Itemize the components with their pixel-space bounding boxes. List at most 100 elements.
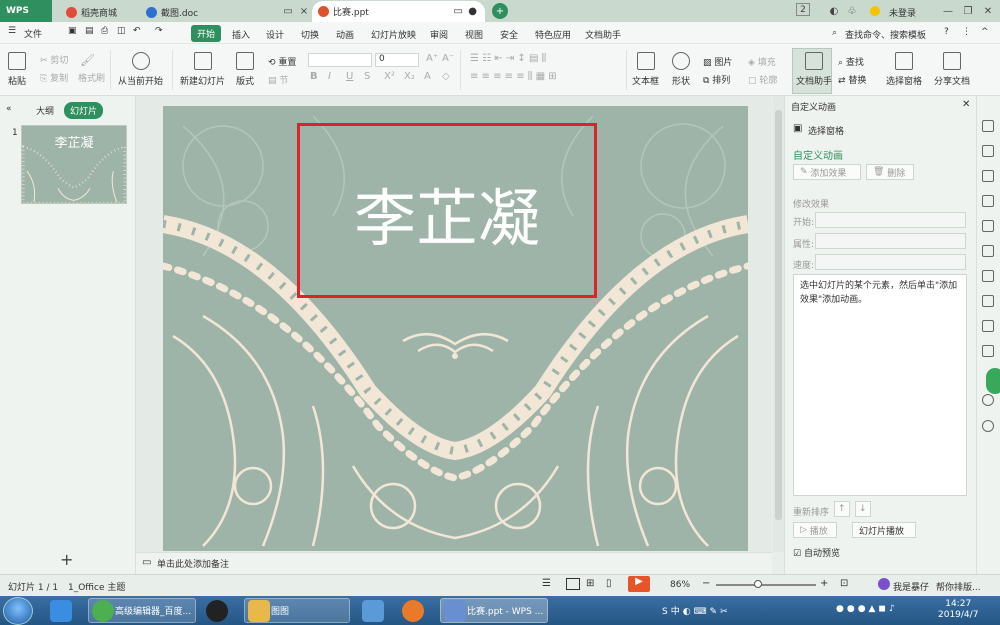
speed-select[interactable] xyxy=(815,254,966,270)
close-tab-icon[interactable]: × xyxy=(296,3,312,19)
save-icon[interactable]: ▣ xyxy=(68,26,77,36)
history-icon[interactable] xyxy=(982,394,994,406)
clock[interactable]: 14:27 2019/4/7 xyxy=(938,599,978,621)
notes-area[interactable] xyxy=(136,552,772,574)
notes-toggle-icon[interactable]: ☰ xyxy=(542,578,551,589)
bold-icon[interactable]: B xyxy=(310,71,318,82)
replace-button[interactable]: ⇄ 替换 xyxy=(838,73,866,86)
redo-icon[interactable]: ↷ xyxy=(155,26,163,36)
font-color-icon[interactable]: A xyxy=(424,71,431,82)
shape-button[interactable]: 形状 xyxy=(672,52,690,87)
share-button[interactable]: 分享文档 xyxy=(934,52,970,87)
start-select[interactable] xyxy=(815,212,966,228)
shape-icon[interactable] xyxy=(982,170,994,182)
menu-view[interactable]: 视图 xyxy=(465,28,483,41)
menu-doc-assistant[interactable]: 文档助手 xyxy=(585,28,621,41)
pane-header[interactable]: 自定义动画 xyxy=(791,100,836,113)
zoom-slider-thumb[interactable] xyxy=(754,580,762,588)
avatar-icon[interactable] xyxy=(870,6,880,16)
app-icon[interactable] xyxy=(50,600,72,622)
slideshow-play-icon[interactable]: ▶ xyxy=(628,576,650,592)
copy-icon[interactable] xyxy=(982,145,994,157)
image-icon[interactable] xyxy=(982,320,994,332)
menu-features[interactable]: 特色应用 xyxy=(535,28,571,41)
clear-format-icon[interactable]: ◇ xyxy=(442,71,450,82)
shrink-font-icon[interactable]: A⁻ xyxy=(442,53,454,64)
shirt-icon[interactable]: ♧ xyxy=(844,3,860,19)
menu-file[interactable]: 文件 xyxy=(24,27,42,40)
normal-view-icon[interactable] xyxy=(566,578,580,590)
superscript-icon[interactable]: X² xyxy=(384,71,395,82)
menu-review[interactable]: 审阅 xyxy=(430,28,448,41)
slideshow-button[interactable]: 幻灯片播放 xyxy=(852,522,916,538)
find-button[interactable]: ⌕ 查找 xyxy=(838,55,864,68)
play-button[interactable]: ▷ 播放 xyxy=(793,522,837,538)
tab-docer-store[interactable]: 稻壳商城 xyxy=(60,2,123,22)
tab-outline[interactable]: 大纲 xyxy=(36,104,54,117)
reset-button[interactable]: ⟲ 重置 xyxy=(268,55,296,68)
menu-design[interactable]: 设计 xyxy=(266,28,284,41)
cut-button[interactable]: ✂ 剪切 xyxy=(40,53,68,66)
monitor-icon[interactable]: ▭ xyxy=(454,6,463,17)
hamburger-icon[interactable]: ☰ xyxy=(8,26,16,36)
menu-security[interactable]: 安全 xyxy=(500,28,518,41)
animation-list[interactable]: 选中幻灯片的某个元素，然后单击"添加效果"添加动画。 xyxy=(793,274,967,496)
zoom-in-icon[interactable]: + xyxy=(820,578,828,589)
monitor-icon[interactable]: ▭ xyxy=(280,3,296,19)
layout-icon[interactable] xyxy=(982,270,994,282)
fit-window-icon[interactable]: ⊡ xyxy=(840,578,848,589)
favorite-icon[interactable] xyxy=(982,245,994,257)
add-slide-button[interactable]: + xyxy=(60,550,73,569)
reading-view-icon[interactable]: ▯ xyxy=(606,578,612,589)
menu-transition[interactable]: 切换 xyxy=(301,28,319,41)
textbox-button[interactable]: 文本框 xyxy=(632,52,659,87)
export-icon[interactable]: ▤ xyxy=(85,26,94,36)
share-icon[interactable] xyxy=(982,295,994,307)
shadow-icon[interactable]: S xyxy=(364,71,370,82)
play-from-current-button[interactable]: 从当前开始 xyxy=(118,52,163,87)
outline-button[interactable]: ▢ 轮廓 xyxy=(748,73,777,86)
paint-icon[interactable] xyxy=(362,600,384,622)
copy-button[interactable]: ⎘ 复制 xyxy=(40,71,68,84)
dot-icon[interactable]: ● xyxy=(468,6,477,17)
scrollbar-thumb[interactable] xyxy=(775,110,782,520)
font-size-select[interactable]: 0 xyxy=(375,53,419,67)
fill-button[interactable]: ◈ 填充 xyxy=(748,55,776,68)
print-icon[interactable]: ⎙ xyxy=(101,26,108,36)
tab-doc[interactable]: 截图.doc xyxy=(140,2,204,22)
italic-icon[interactable]: I xyxy=(328,71,331,82)
tray-icons[interactable]: S中◐⌨✎✂ xyxy=(662,604,731,617)
minimize-icon[interactable]: — xyxy=(940,3,956,19)
menu-insert[interactable]: 插入 xyxy=(232,28,250,41)
animation-icon[interactable] xyxy=(982,220,994,232)
notes-placeholder[interactable]: 单击此处添加备注 xyxy=(157,557,229,570)
menu-slideshow[interactable]: 幻灯片放映 xyxy=(371,28,416,41)
help-icon[interactable]: ? xyxy=(944,27,949,37)
undo-icon[interactable]: ↶ xyxy=(133,26,141,36)
autopreview-checkbox[interactable]: ☑ 自动预览 xyxy=(793,546,840,559)
star-icon[interactable] xyxy=(982,120,994,132)
grow-font-icon[interactable]: A⁺ xyxy=(426,53,438,64)
new-tab-icon[interactable]: + xyxy=(492,3,508,19)
maximize-icon[interactable]: ❐ xyxy=(960,3,976,19)
collapse-panel-icon[interactable]: « xyxy=(6,104,12,114)
speed-widget-icon[interactable] xyxy=(986,368,1000,394)
close-pane-icon[interactable]: ✕ xyxy=(962,99,970,110)
new-slide-button[interactable]: 新建幻灯片 xyxy=(180,52,225,87)
skin-icon[interactable]: ◐ xyxy=(826,3,842,19)
format-painter-icon[interactable]: 🖌 xyxy=(80,53,95,67)
sound-icon[interactable] xyxy=(982,345,994,357)
paste-button[interactable]: 粘贴 xyxy=(8,52,26,87)
qq-icon[interactable] xyxy=(206,600,228,622)
layout-button[interactable]: 版式 xyxy=(236,52,254,87)
help-icon[interactable] xyxy=(982,420,994,432)
user-avatar[interactable] xyxy=(878,578,890,590)
section-button[interactable]: ▤ 节 xyxy=(268,73,288,86)
sorter-view-icon[interactable]: ⊞ xyxy=(586,578,594,589)
delete-button[interactable]: 🗑 删除 xyxy=(866,164,914,180)
user-name[interactable]: 我是暴仔 xyxy=(893,580,929,593)
menu-animation[interactable]: 动画 xyxy=(336,28,354,41)
game-icon[interactable] xyxy=(402,600,424,622)
wps-home-tab[interactable]: WPS xyxy=(0,0,52,22)
slide-thumbnail[interactable]: 李芷凝 xyxy=(21,125,127,205)
